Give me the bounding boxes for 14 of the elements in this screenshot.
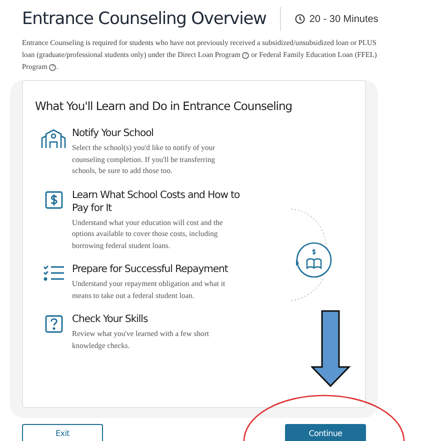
- clock-icon: [295, 14, 306, 24]
- duration-text: 20 - 30 Minutes: [309, 12, 378, 26]
- step-title: Learn What School Costs and How to Pay for It: [72, 188, 241, 214]
- continue-button[interactable]: Continue: [285, 424, 366, 441]
- exit-button[interactable]: Exit: [22, 424, 103, 441]
- question-icon: [44, 315, 62, 333]
- card-title: What You'll Learn and Do in Entrance Counseling: [35, 99, 294, 113]
- step-title: Prepare for Successful Repayment: [72, 263, 229, 276]
- step-title: Notify Your School: [72, 127, 154, 140]
- school-building-icon: [41, 129, 66, 149]
- page-title: Entrance Counseling Overview: [22, 8, 266, 30]
- step-title: Check Your Skills: [72, 313, 149, 326]
- dollar-icon: [44, 190, 62, 208]
- checklist-icon: [42, 265, 64, 281]
